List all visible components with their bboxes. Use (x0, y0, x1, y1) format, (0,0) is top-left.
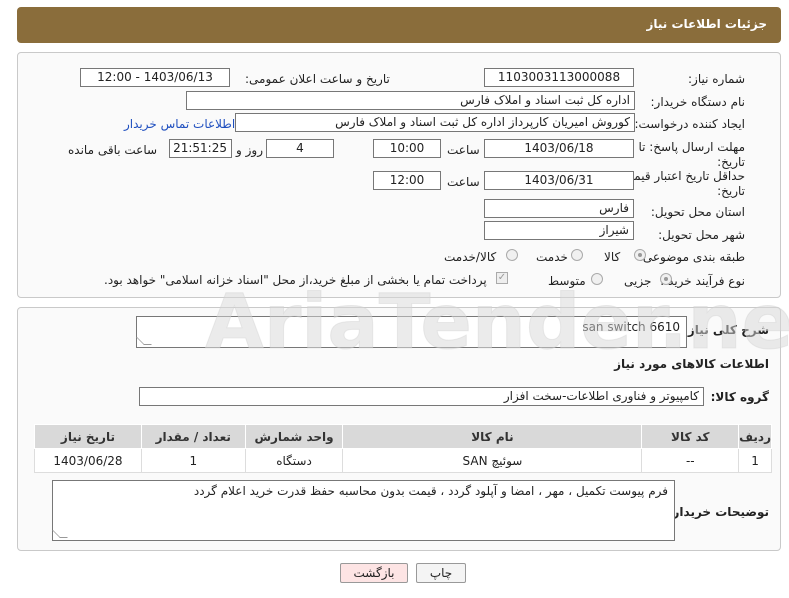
treasury-payment-note: پرداخت تمام یا بخشی از مبلغ خرید،از محل … (104, 273, 487, 287)
description-text: san switch 6610 (582, 320, 680, 334)
col-header-index: ردیف (738, 424, 772, 449)
process-type-label: نوع فرآیند خرید : (660, 274, 745, 288)
page-title: جزئیات اطلاعات نیاز (646, 17, 767, 31)
treasury-payment-checkbox[interactable]: ✓ (496, 272, 508, 284)
buyer-org-label: نام دستگاه خریدار: (650, 95, 746, 109)
table-row: 1 -- سوئیچ SAN دستگاه 1 1403/06/28 (34, 448, 772, 473)
resize-grip-icon[interactable] (136, 337, 152, 345)
col-header-need-date: تاریخ نیاز (34, 424, 142, 449)
category-service-radio[interactable] (571, 249, 583, 261)
remaining-time-field: 21:51:25 (169, 139, 232, 158)
remaining-time-label: ساعت باقی مانده (68, 143, 158, 157)
deadline-label-date: تاریخ: (717, 155, 745, 169)
goods-table: ردیف کد کالا نام کالا واحد شمارش تعداد /… (34, 424, 772, 473)
remaining-days-label: روز و (236, 143, 263, 157)
process-minor-radio[interactable] (660, 273, 672, 285)
back-button[interactable]: بازگشت (340, 563, 408, 583)
cell-code: -- (641, 448, 740, 473)
category-label: طبقه بندی موضوعی: (638, 250, 745, 264)
print-button[interactable]: چاپ (416, 563, 466, 583)
col-header-name: نام کالا (342, 424, 643, 449)
buyer-contact-link[interactable]: اطلاعات تماس خریدار (124, 117, 235, 131)
process-medium-radio[interactable] (591, 273, 603, 285)
category-goods-radio[interactable] (634, 249, 646, 261)
deadline-time-label: ساعت (447, 143, 480, 157)
requester-label: ایجاد کننده درخواست: (634, 117, 745, 131)
remaining-days-field: 4 (266, 139, 334, 158)
deadline-label: مهلت ارسال پاسخ: تا (638, 140, 745, 154)
requester-field: کوروش امیریان کارپرداز اداره کل ثبت اسنا… (235, 113, 635, 132)
price-validity-label-date: تاریخ: (717, 184, 745, 198)
category-goods-service-radio[interactable] (506, 249, 518, 261)
deadline-time-field: 10:00 (373, 139, 441, 158)
buyer-org-field: اداره کل ثبت اسناد و املاک فارس (186, 91, 635, 110)
buyer-notes-text: فرم پیوست تکمیل ، مهر ، امضا و آپلود گرد… (193, 484, 668, 498)
category-goods-label: کالا (604, 250, 621, 264)
deadline-date-field: 1403/06/18 (484, 139, 634, 158)
province-label: استان محل تحویل: (650, 205, 745, 219)
buyer-notes-field: فرم پیوست تکمیل ، مهر ، امضا و آپلود گرد… (52, 480, 675, 541)
goods-info-title: اطلاعات کالاهای مورد نیاز (614, 357, 769, 371)
process-medium-label: متوسط (548, 274, 586, 288)
cell-quantity: 1 (140, 448, 246, 473)
page-header: جزئیات اطلاعات نیاز (17, 7, 781, 43)
announce-datetime-label: تاریخ و ساعت اعلان عمومی: (245, 72, 390, 86)
description-label: شرح کلی نیاز: (683, 323, 769, 337)
col-header-code: کد کالا (641, 424, 740, 449)
goods-group-field: کامپیوتر و فناوری اطلاعات-سخت افزار (139, 387, 704, 406)
province-field: فارس (484, 199, 634, 218)
description-field: san switch 6610 (136, 316, 687, 348)
resize-grip-icon[interactable] (52, 530, 68, 538)
announce-datetime-field: 1403/06/13 - 12:00 (80, 68, 230, 87)
city-label: شهر محل تحویل: (658, 228, 745, 242)
col-header-quantity: تعداد / مقدار (140, 424, 246, 449)
process-minor-label: جزیی (624, 274, 652, 288)
col-header-unit: واحد شمارش (244, 424, 344, 449)
cell-index: 1 (738, 448, 772, 473)
cell-name: سوئیچ SAN (342, 448, 643, 473)
cell-need-date: 1403/06/28 (34, 448, 142, 473)
goods-group-label: گروه کالا: (710, 390, 769, 404)
category-goods-service-label: کالا/خدمت (444, 250, 497, 264)
price-validity-time-label: ساعت (447, 175, 480, 189)
price-validity-date-field: 1403/06/31 (484, 171, 634, 190)
buyer-notes-label: توضیحات خریدار: (667, 505, 769, 519)
category-service-label: خدمت (536, 250, 568, 264)
price-validity-time-field: 12:00 (373, 171, 441, 190)
need-number-field: 1103003113000088 (484, 68, 634, 87)
need-number-label: شماره نیاز: (688, 72, 745, 86)
city-field: شیراز (484, 221, 634, 240)
cell-unit: دستگاه (244, 448, 344, 473)
